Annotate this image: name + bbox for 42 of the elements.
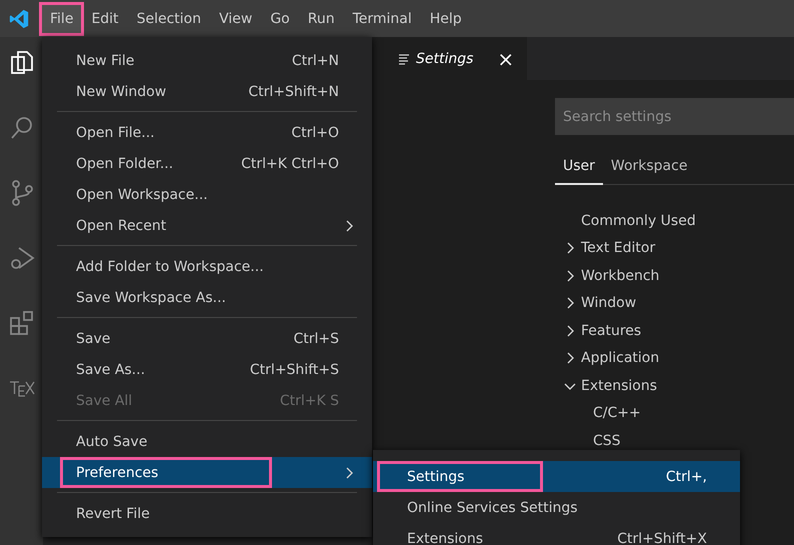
menu-item[interactable]: Auto Save [42,426,372,457]
menu-item[interactable]: Add Folder to Workspace... [42,251,372,282]
menu-bar-item[interactable]: View [211,4,260,32]
menu-item[interactable]: Settings Ctrl+, [373,461,740,492]
scope-tab[interactable]: Workspace [602,151,696,185]
app-logo-icon [8,8,30,30]
menu-item[interactable]: New File Ctrl+N [42,45,372,76]
menu-item[interactable]: Save Workspace As... [42,282,372,313]
menu-item[interactable]: Preferences [42,457,372,488]
menu-bar-item[interactable]: Run [300,4,343,32]
settings-category[interactable]: C/C++ [593,405,641,422]
settings-category[interactable]: Text Editor [581,240,656,256]
menu-item[interactable]: Open Workspace... [42,179,372,210]
menu-bar-item[interactable]: Edit [83,4,127,32]
menu-item[interactable]: Extensions Ctrl+Shift+X [373,523,740,545]
settings-category[interactable]: Application [581,350,660,366]
settings-category[interactable]: Features [581,322,642,339]
close-button[interactable]: × [493,46,518,70]
menu-item[interactable]: Online Services Settings [373,492,740,523]
menu-item[interactable]: Open Folder... Ctrl+K Ctrl+O [42,148,372,179]
menu-item[interactable]: New Window Ctrl+Shift+N [42,76,372,107]
menu-bar-item[interactable]: Terminal [344,4,420,32]
menu-bar-item[interactable]: File [42,4,82,32]
menu-item[interactable]: Open File... Ctrl+O [42,117,372,148]
settings-category[interactable]: Commonly Used [581,212,696,229]
menu-bar-item[interactable]: Help [422,4,470,32]
menu-item[interactable]: Open Recent [42,210,372,241]
menu-bar-item[interactable]: Go [262,4,298,32]
settings-category[interactable]: Workbench [581,268,660,284]
tab-title: Settings [416,50,474,66]
menu-item[interactable]: Save As... Ctrl+Shift+S [42,354,372,385]
search-field[interactable]: Search settings [555,98,794,135]
menu-item[interactable]: Save Ctrl+S [42,323,372,354]
scope-tab[interactable]: User [555,151,603,185]
settings-category[interactable]: Extensions [581,378,658,394]
settings-category[interactable]: CSS [593,432,621,449]
menu-item[interactable]: Revert File [42,498,372,529]
list-icon [398,52,410,64]
editor-tab[interactable]: Settings × [372,37,527,80]
extensions-icon [8,309,36,337]
settings-category[interactable]: Window [581,295,636,312]
menu-bar-item[interactable]: Selection [128,4,210,32]
